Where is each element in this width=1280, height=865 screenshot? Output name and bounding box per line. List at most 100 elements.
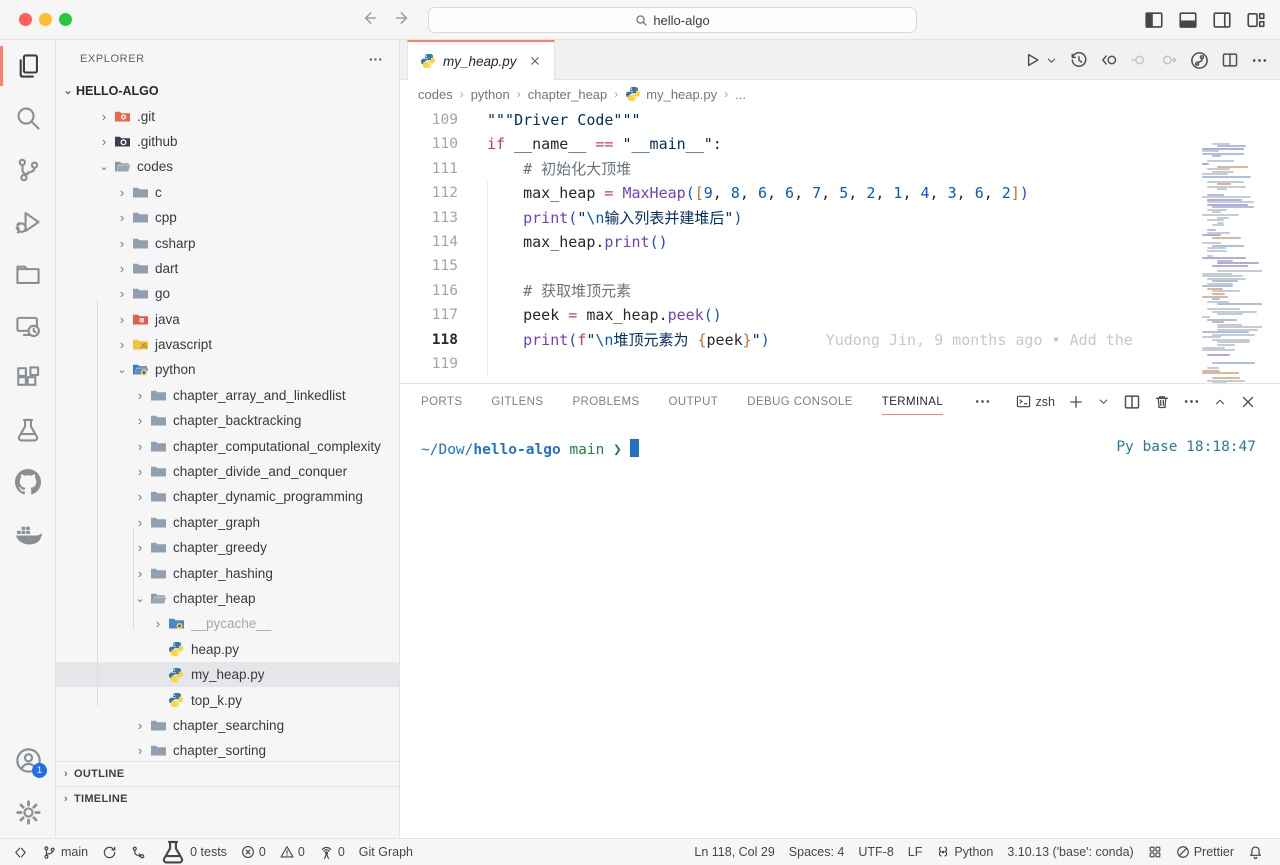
panel-tab-ports[interactable]: PORTS bbox=[421, 384, 462, 419]
terminal-instance-zsh[interactable]: zsh bbox=[1016, 394, 1055, 409]
status-git-sync[interactable] bbox=[95, 841, 124, 863]
status-eol[interactable]: LF bbox=[901, 841, 930, 863]
back-icon[interactable] bbox=[360, 9, 378, 27]
status-python-interpreter[interactable]: 3.10.13 ('base': conda) bbox=[1000, 841, 1140, 863]
activity-bar-extensions[interactable] bbox=[0, 352, 56, 404]
panel-tab-gitlens[interactable]: GITLENS bbox=[491, 384, 543, 419]
tree-item-chapter-hashing[interactable]: ›chapter_hashing bbox=[56, 560, 399, 585]
tree-item-python[interactable]: ⌄python bbox=[56, 357, 399, 382]
git-graph-circle-icon[interactable] bbox=[1190, 51, 1209, 70]
tree-item-javascript[interactable]: ›JSjavascript bbox=[56, 332, 399, 357]
plus-icon[interactable] bbox=[1068, 394, 1084, 410]
close-window-button[interactable] bbox=[19, 13, 32, 26]
split-editor-icon[interactable] bbox=[1221, 51, 1239, 69]
status-git-graph-button[interactable] bbox=[124, 841, 153, 863]
chevron-down-icon[interactable] bbox=[1097, 395, 1110, 408]
status-tests[interactable]: 0 tests bbox=[153, 841, 234, 863]
activity-bar-search[interactable] bbox=[0, 92, 56, 144]
breadcrumb-item-my-heap-py[interactable]: my_heap.py bbox=[625, 86, 717, 102]
forward-icon[interactable] bbox=[394, 9, 412, 27]
activity-bar-settings[interactable] bbox=[0, 786, 56, 838]
tree-item-go[interactable]: ›go bbox=[56, 281, 399, 306]
layout-panel-icon[interactable] bbox=[1177, 9, 1198, 30]
tree-root-hello-algo[interactable]: ⌄HELLO-ALGO bbox=[56, 78, 399, 103]
activity-bar-remote-explorer[interactable] bbox=[0, 300, 56, 352]
tab-my-heap[interactable]: my_heap.py bbox=[407, 40, 555, 80]
minimize-window-button[interactable] bbox=[39, 13, 52, 26]
panel-tabs-more-icon[interactable] bbox=[974, 393, 991, 410]
tree-item--pycache-[interactable]: ›__pycache__ bbox=[56, 611, 399, 636]
tree-item-chapter-greedy[interactable]: ›chapter_greedy bbox=[56, 535, 399, 560]
activity-bar-accounts[interactable]: 1 bbox=[0, 734, 56, 786]
panel-tab-problems[interactable]: PROBLEMS bbox=[572, 384, 639, 419]
sidebar-section-timeline[interactable]: ›TIMELINE bbox=[56, 786, 399, 811]
history-icon[interactable] bbox=[1070, 51, 1088, 69]
tree-item-chapter-dynamic-programming[interactable]: ›chapter_dynamic_programming bbox=[56, 484, 399, 509]
breadcrumb-item--[interactable]: ... bbox=[735, 87, 746, 102]
activity-bar-explorer[interactable] bbox=[0, 40, 56, 92]
activity-bar-run-debug[interactable] bbox=[0, 196, 56, 248]
tree-item-chapter-graph[interactable]: ›chapter_graph bbox=[56, 510, 399, 535]
maximize-window-button[interactable] bbox=[59, 13, 72, 26]
tree-item-dart[interactable]: ›dart bbox=[56, 256, 399, 281]
status-errors[interactable]: 0 bbox=[234, 841, 273, 863]
status-prettier[interactable]: Prettier bbox=[1169, 841, 1241, 863]
tree-item-top-k-py[interactable]: top_k.py bbox=[56, 687, 399, 712]
status-language-mode[interactable]: Python bbox=[929, 841, 1000, 863]
layout-customize-icon[interactable] bbox=[1245, 9, 1266, 30]
status-extension-status[interactable] bbox=[1141, 841, 1169, 863]
minimap[interactable] bbox=[1200, 140, 1262, 383]
circle-arrow-icon[interactable] bbox=[1160, 51, 1178, 69]
layout-sidebar-right-icon[interactable] bbox=[1211, 9, 1232, 30]
tree-item-chapter-array-and-linkedlist[interactable]: ›chapter_array_and_linkedlist bbox=[56, 383, 399, 408]
tree-item-chapter-searching[interactable]: ›chapter_searching bbox=[56, 713, 399, 738]
close-icon[interactable] bbox=[1240, 394, 1256, 410]
panel-tab-output[interactable]: OUTPUT bbox=[669, 384, 719, 419]
tree-item--git[interactable]: ›.git bbox=[56, 103, 399, 128]
ellipsis-icon[interactable] bbox=[1251, 52, 1268, 69]
terminal-content[interactable]: ~/Dow/hello-algo main ❯ Py base 18:18:47 bbox=[421, 439, 1256, 458]
sidebar-section-outline[interactable]: ›OUTLINE bbox=[56, 761, 399, 786]
status-notifications[interactable] bbox=[1241, 841, 1270, 863]
panel-tab-terminal[interactable]: TERMINAL bbox=[882, 384, 943, 419]
tree-item-cpp[interactable]: ›cpp bbox=[56, 205, 399, 230]
breadcrumb-item-chapter-heap[interactable]: chapter_heap bbox=[528, 87, 608, 102]
close-tab-icon[interactable] bbox=[528, 54, 542, 68]
activity-bar-docker[interactable] bbox=[0, 508, 56, 560]
panel-tab-debug-console[interactable]: DEBUG CONSOLE bbox=[747, 384, 853, 419]
status-indentation[interactable]: Spaces: 4 bbox=[782, 841, 852, 863]
tree-item-csharp[interactable]: ›csharp bbox=[56, 230, 399, 255]
status-ports[interactable]: 0 bbox=[312, 841, 352, 863]
breadcrumb-item-codes[interactable]: codes bbox=[418, 87, 453, 102]
chevron-down-icon[interactable] bbox=[1045, 54, 1058, 67]
ellipsis-icon[interactable] bbox=[1183, 393, 1200, 410]
tree-item-chapter-divide-and-conquer[interactable]: ›chapter_divide_and_conquer bbox=[56, 459, 399, 484]
tree-item-chapter-backtracking[interactable]: ›chapter_backtracking bbox=[56, 408, 399, 433]
activity-bar-source-control[interactable] bbox=[0, 144, 56, 196]
tree-item-chapter-heap[interactable]: ⌄chapter_heap bbox=[56, 586, 399, 611]
tree-item-my-heap-py[interactable]: my_heap.py bbox=[56, 662, 399, 687]
tree-item-java[interactable]: ›java bbox=[56, 307, 399, 332]
tree-item--github[interactable]: ›.github bbox=[56, 129, 399, 154]
command-center-search[interactable]: hello-algo bbox=[428, 7, 917, 33]
tree-item-c[interactable]: ›c bbox=[56, 180, 399, 205]
status-encoding[interactable]: UTF-8 bbox=[851, 841, 900, 863]
trash-icon[interactable] bbox=[1154, 394, 1170, 410]
tree-item-heap-py[interactable]: heap.py bbox=[56, 637, 399, 662]
breadcrumb-item-python[interactable]: python bbox=[471, 87, 510, 102]
tree-item-chapter-sorting[interactable]: ›chapter_sorting bbox=[56, 738, 399, 763]
status-cursor-position[interactable]: Ln 118, Col 29 bbox=[687, 841, 781, 863]
circle-outline-icon[interactable] bbox=[1130, 51, 1148, 69]
activity-bar-testing[interactable] bbox=[0, 404, 56, 456]
status-git-branch[interactable]: main bbox=[35, 841, 95, 863]
run-icon[interactable] bbox=[1023, 51, 1041, 69]
compare-prev-icon[interactable] bbox=[1100, 51, 1118, 69]
code-editor[interactable]: 109"""Driver Code"""110if __name__ == "_… bbox=[400, 108, 1280, 383]
explorer-more-actions-icon[interactable] bbox=[368, 52, 383, 67]
split-editor-icon[interactable] bbox=[1123, 393, 1141, 411]
activity-bar-project-manager[interactable] bbox=[0, 248, 56, 300]
layout-sidebar-left-icon[interactable] bbox=[1143, 9, 1164, 30]
activity-bar-github[interactable] bbox=[0, 456, 56, 508]
status-git-graph-label[interactable]: Git Graph bbox=[352, 841, 420, 863]
tree-item-chapter-computational-complexity[interactable]: ›chapter_computational_complexity bbox=[56, 433, 399, 458]
